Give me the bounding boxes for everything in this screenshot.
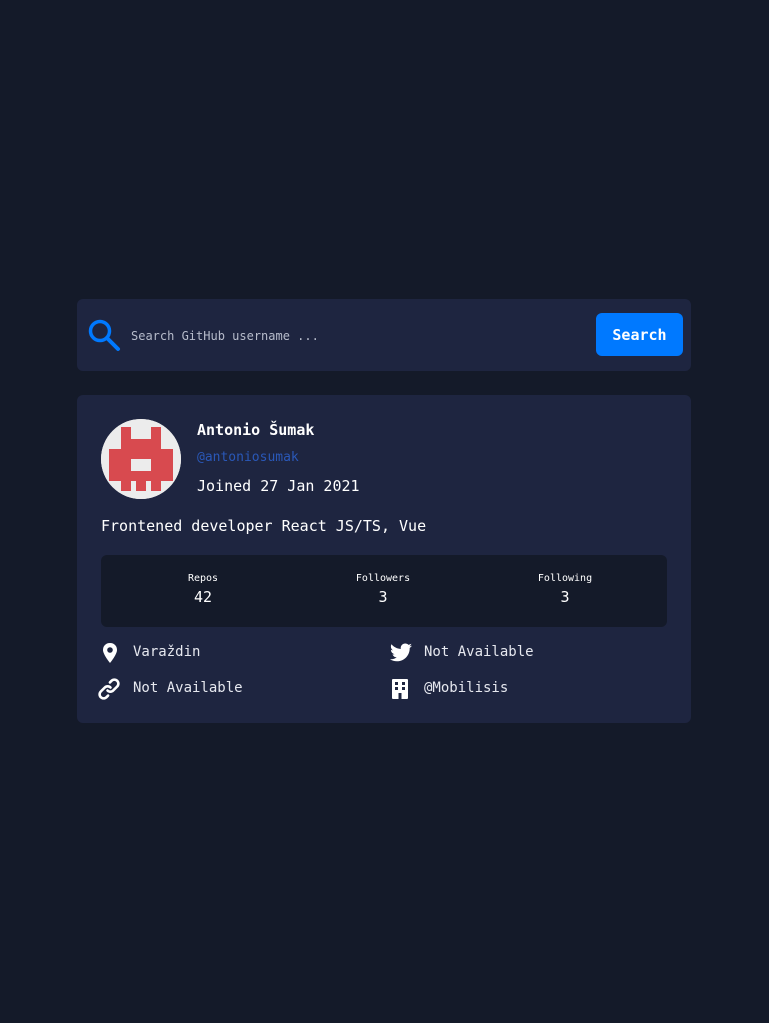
twitter-link[interactable]: Not Available	[424, 644, 534, 660]
website-link[interactable]: Not Available	[133, 680, 243, 696]
avatar-identicon	[101, 419, 181, 499]
link-icon	[98, 678, 120, 700]
profile-name: Antonio Šumak	[197, 421, 315, 439]
stat-repos-value: 42	[193, 588, 213, 606]
building-icon	[392, 679, 408, 699]
stat-followers-value: 3	[378, 588, 388, 606]
stat-repos-label: Repos	[187, 573, 219, 584]
company-link[interactable]: @Mobilisis	[424, 680, 508, 696]
location-text: Varaždin	[133, 644, 201, 660]
avatar	[101, 419, 181, 499]
stat-following: Following 3	[505, 555, 625, 606]
stat-following-label: Following	[537, 573, 593, 584]
profile-login-link[interactable]: @antoniosumak	[197, 450, 299, 465]
stat-followers-label: Followers	[355, 573, 411, 584]
search-icon	[88, 319, 120, 351]
stat-followers: Followers 3	[323, 555, 443, 606]
search-button[interactable]: Search	[596, 313, 683, 356]
stat-repos: Repos 42	[143, 555, 263, 606]
location-pin-icon	[103, 643, 117, 663]
search-input[interactable]	[131, 325, 581, 347]
stat-following-value: 3	[560, 588, 570, 606]
stats-panel: Repos 42 Followers 3 Following 3	[101, 555, 667, 627]
twitter-icon	[390, 643, 412, 662]
profile-bio: Frontened developer React JS/TS, Vue	[101, 517, 427, 535]
profile-joined-date: Joined 27 Jan 2021	[197, 477, 360, 495]
